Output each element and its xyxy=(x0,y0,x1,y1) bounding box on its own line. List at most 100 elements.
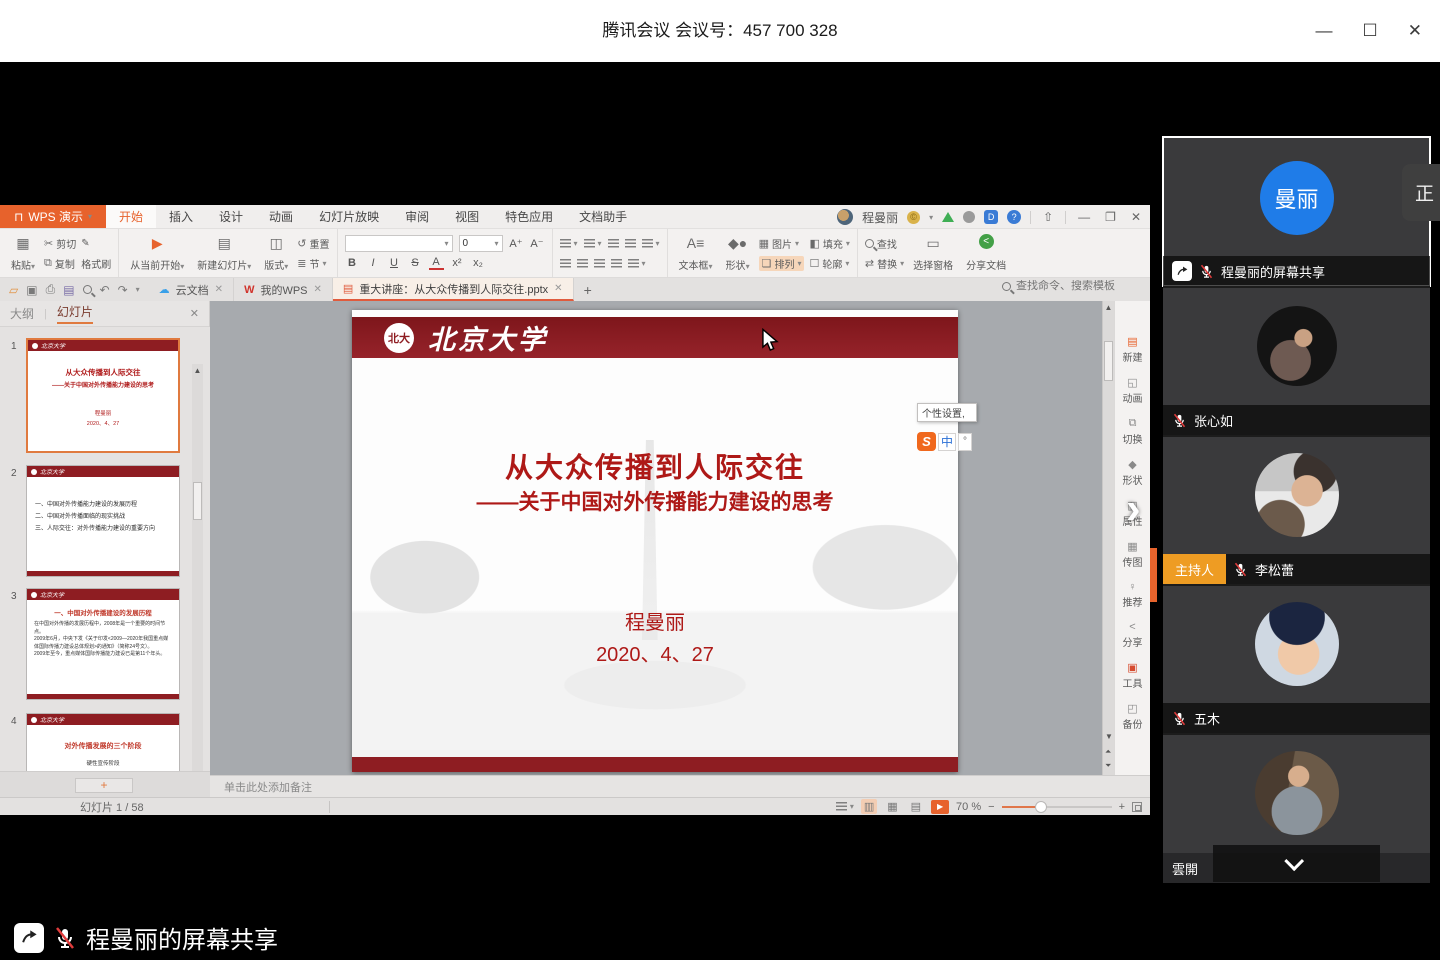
sogou-logo-icon[interactable]: S xyxy=(917,432,936,451)
notes-bar[interactable]: 单击此处添加备注 xyxy=(210,775,1150,797)
new-slide-button[interactable]: ▤ 新建幻灯片▾ xyxy=(193,232,255,274)
arrange-button[interactable]: ❏排列▾ xyxy=(759,256,805,271)
cloud-sync-icon[interactable] xyxy=(942,212,954,222)
ime-punct-toggle[interactable]: ° xyxy=(958,433,972,451)
next-slide-icon[interactable]: ⏷ xyxy=(1105,761,1111,771)
tab-outline[interactable]: 大纲 xyxy=(10,305,34,322)
section-button[interactable]: ≣节▾ xyxy=(297,256,326,271)
shapes-button[interactable]: ◆● 形状▾ xyxy=(722,232,754,274)
scroll-down-icon[interactable]: ▼ xyxy=(1105,732,1113,741)
tool-toolbox[interactable]: ▣工具 xyxy=(1123,661,1143,690)
tab-my-wps[interactable]: W 我的WPS✕ xyxy=(234,278,333,301)
wps-app-button[interactable]: ⊓ WPS 演示 ▾ xyxy=(0,205,106,228)
add-slide-button[interactable]: + xyxy=(75,778,133,793)
fit-window-icon[interactable] xyxy=(1132,802,1142,812)
align-center-button[interactable] xyxy=(577,259,588,268)
participant-tile[interactable]: 五木 xyxy=(1163,584,1430,733)
picture-button[interactable]: ▦图片▾ xyxy=(759,236,799,251)
font-name-combo[interactable]: ▾ xyxy=(345,235,453,252)
tool-animation[interactable]: ◱动画 xyxy=(1123,376,1143,405)
shrink-font-icon[interactable]: A⁻ xyxy=(530,237,545,250)
scroll-up-icon[interactable]: ▲ xyxy=(192,366,203,375)
char-spacing-button[interactable]: ▾ xyxy=(642,239,660,248)
format-painter-button[interactable]: 格式刷 xyxy=(81,256,111,271)
wps-minimize-icon[interactable]: — xyxy=(1075,210,1093,224)
tab-presentation[interactable]: ▤ 重大讲座：从大众传播到人际交往.pptx✕ xyxy=(333,278,574,301)
menu-tab-slideshow[interactable]: 幻灯片放映 xyxy=(306,205,392,228)
slide-thumbnail-3[interactable]: 北京大学 一、中国对外传播建设的发展历程 在中国对外传播的发展历程中，2008年… xyxy=(26,588,180,700)
slide-thumbnail-4[interactable]: 北京大学 对外传播发展的三个阶段 硬性宣传阶段 xyxy=(26,713,180,771)
tool-shapes[interactable]: ◆形状 xyxy=(1123,458,1143,487)
ime-lang-toggle[interactable]: 中 xyxy=(938,433,956,451)
reset-button[interactable]: ↺重置 xyxy=(297,236,329,251)
menu-tab-animation[interactable]: 动画 xyxy=(256,205,306,228)
outline-button[interactable]: ☐轮廓▾ xyxy=(809,256,849,271)
line-spacing-button[interactable]: ▾ xyxy=(628,259,646,268)
previous-slide-icon[interactable]: ⏶ xyxy=(1105,747,1111,757)
sorter-view-button[interactable]: ▦ xyxy=(884,799,900,814)
slide-thumbnail-2[interactable]: 北京大学 一、中国对外传播能力建设的发展历程 二、中国对外传播面临的现实挑战 三… xyxy=(26,465,180,577)
docer-icon[interactable]: D xyxy=(984,210,998,224)
increase-indent-button[interactable] xyxy=(625,239,636,248)
font-size-combo[interactable]: 0▾ xyxy=(459,235,503,252)
panel-scrollbar[interactable]: ▲ ▼ xyxy=(192,364,203,792)
participant-tile-host[interactable]: 主持人 李松蕾 xyxy=(1163,435,1430,584)
print-preview-icon[interactable] xyxy=(83,285,92,294)
close-icon[interactable]: ✕ xyxy=(215,284,223,295)
play-from-current-button[interactable]: ▶ 从当前开始▾ xyxy=(126,232,188,274)
command-search[interactable] xyxy=(1002,280,1144,292)
zoom-in-button[interactable]: + xyxy=(1119,801,1125,813)
wps-close-icon[interactable]: ✕ xyxy=(1128,210,1144,224)
grow-font-icon[interactable]: A⁺ xyxy=(509,237,524,250)
participant-tile-sharing[interactable]: 曼丽 程曼丽的屏幕共享 xyxy=(1163,137,1430,286)
play-button[interactable]: ▶ xyxy=(931,800,949,814)
status-dot-icon[interactable] xyxy=(963,211,975,223)
menu-tab-design[interactable]: 设计 xyxy=(206,205,256,228)
close-icon[interactable]: ✕ xyxy=(1408,21,1422,41)
tool-transition[interactable]: ⧉切换 xyxy=(1123,417,1143,446)
scrollbar-thumb[interactable] xyxy=(193,482,202,520)
print-icon[interactable]: ▤ xyxy=(63,283,74,297)
save-icon[interactable]: ▣ xyxy=(26,283,37,297)
menu-tab-home[interactable]: 开始 xyxy=(106,205,156,228)
menu-tab-view[interactable]: 视图 xyxy=(442,205,492,228)
subscript-button[interactable]: x₂ xyxy=(471,257,486,269)
share-doc-button[interactable]: < 分享文档 xyxy=(962,232,1010,274)
selection-pane-button[interactable]: ▭ 选择窗格 xyxy=(909,232,957,274)
menu-tab-assistant[interactable]: 文档助手 xyxy=(566,205,640,228)
expand-chevron-icon[interactable]: › xyxy=(1126,484,1141,534)
tab-cloud-docs[interactable]: ☁ 云文档✕ xyxy=(149,278,234,301)
current-slide[interactable]: 北大 北京大学 从大众传播到人际交往 ——关于中国对外传播能力建设的思考 程曼丽… xyxy=(352,310,958,772)
account-avatar[interactable] xyxy=(837,209,853,225)
menu-tab-insert[interactable]: 插入 xyxy=(156,205,206,228)
export-icon[interactable]: ⎙ xyxy=(46,282,56,297)
align-right-button[interactable] xyxy=(594,259,605,268)
tool-new[interactable]: ▤新建 xyxy=(1123,335,1143,364)
zoom-slider[interactable] xyxy=(1002,806,1112,808)
slide-thumbnail-1[interactable]: 北京大学 从大众传播到人际交往 ——关于中国对外传播能力建设的思考 程曼丽 20… xyxy=(26,338,180,453)
bullets-button[interactable]: ▾ xyxy=(560,239,578,248)
minimize-icon[interactable]: — xyxy=(1316,21,1333,41)
new-tab-button[interactable]: + xyxy=(574,278,602,301)
close-icon[interactable]: ✕ xyxy=(554,283,562,294)
redo-icon[interactable]: ↷ xyxy=(118,283,128,297)
tool-upload-image[interactable]: ▦传图 xyxy=(1123,540,1143,569)
menu-tab-special[interactable]: 特色应用 xyxy=(492,205,566,228)
maximize-icon[interactable]: ☐ xyxy=(1363,21,1378,41)
layout-button[interactable]: ◫ 版式▾ xyxy=(260,232,292,274)
tool-backup[interactable]: ◰备份 xyxy=(1123,702,1143,731)
scrollbar-thumb[interactable] xyxy=(1104,341,1113,381)
command-search-input[interactable] xyxy=(1016,280,1144,292)
close-icon[interactable]: ✕ xyxy=(314,284,322,295)
tool-share[interactable]: <分享 xyxy=(1123,621,1143,649)
bold-button[interactable]: B xyxy=(345,257,360,269)
member-coin-icon[interactable]: © xyxy=(907,211,920,224)
reading-view-button[interactable]: ▤ xyxy=(908,799,924,814)
font-color-button[interactable]: A xyxy=(429,256,444,270)
textbox-button[interactable]: A≡ 文本框▾ xyxy=(675,232,717,274)
account-name[interactable]: 程曼丽 xyxy=(862,209,898,226)
ribbon-collapse-icon[interactable]: ⇧ xyxy=(1040,210,1056,224)
collapse-panel-button[interactable] xyxy=(1213,845,1380,882)
close-panel-icon[interactable]: ✕ xyxy=(190,307,199,320)
align-left-button[interactable] xyxy=(560,259,571,268)
